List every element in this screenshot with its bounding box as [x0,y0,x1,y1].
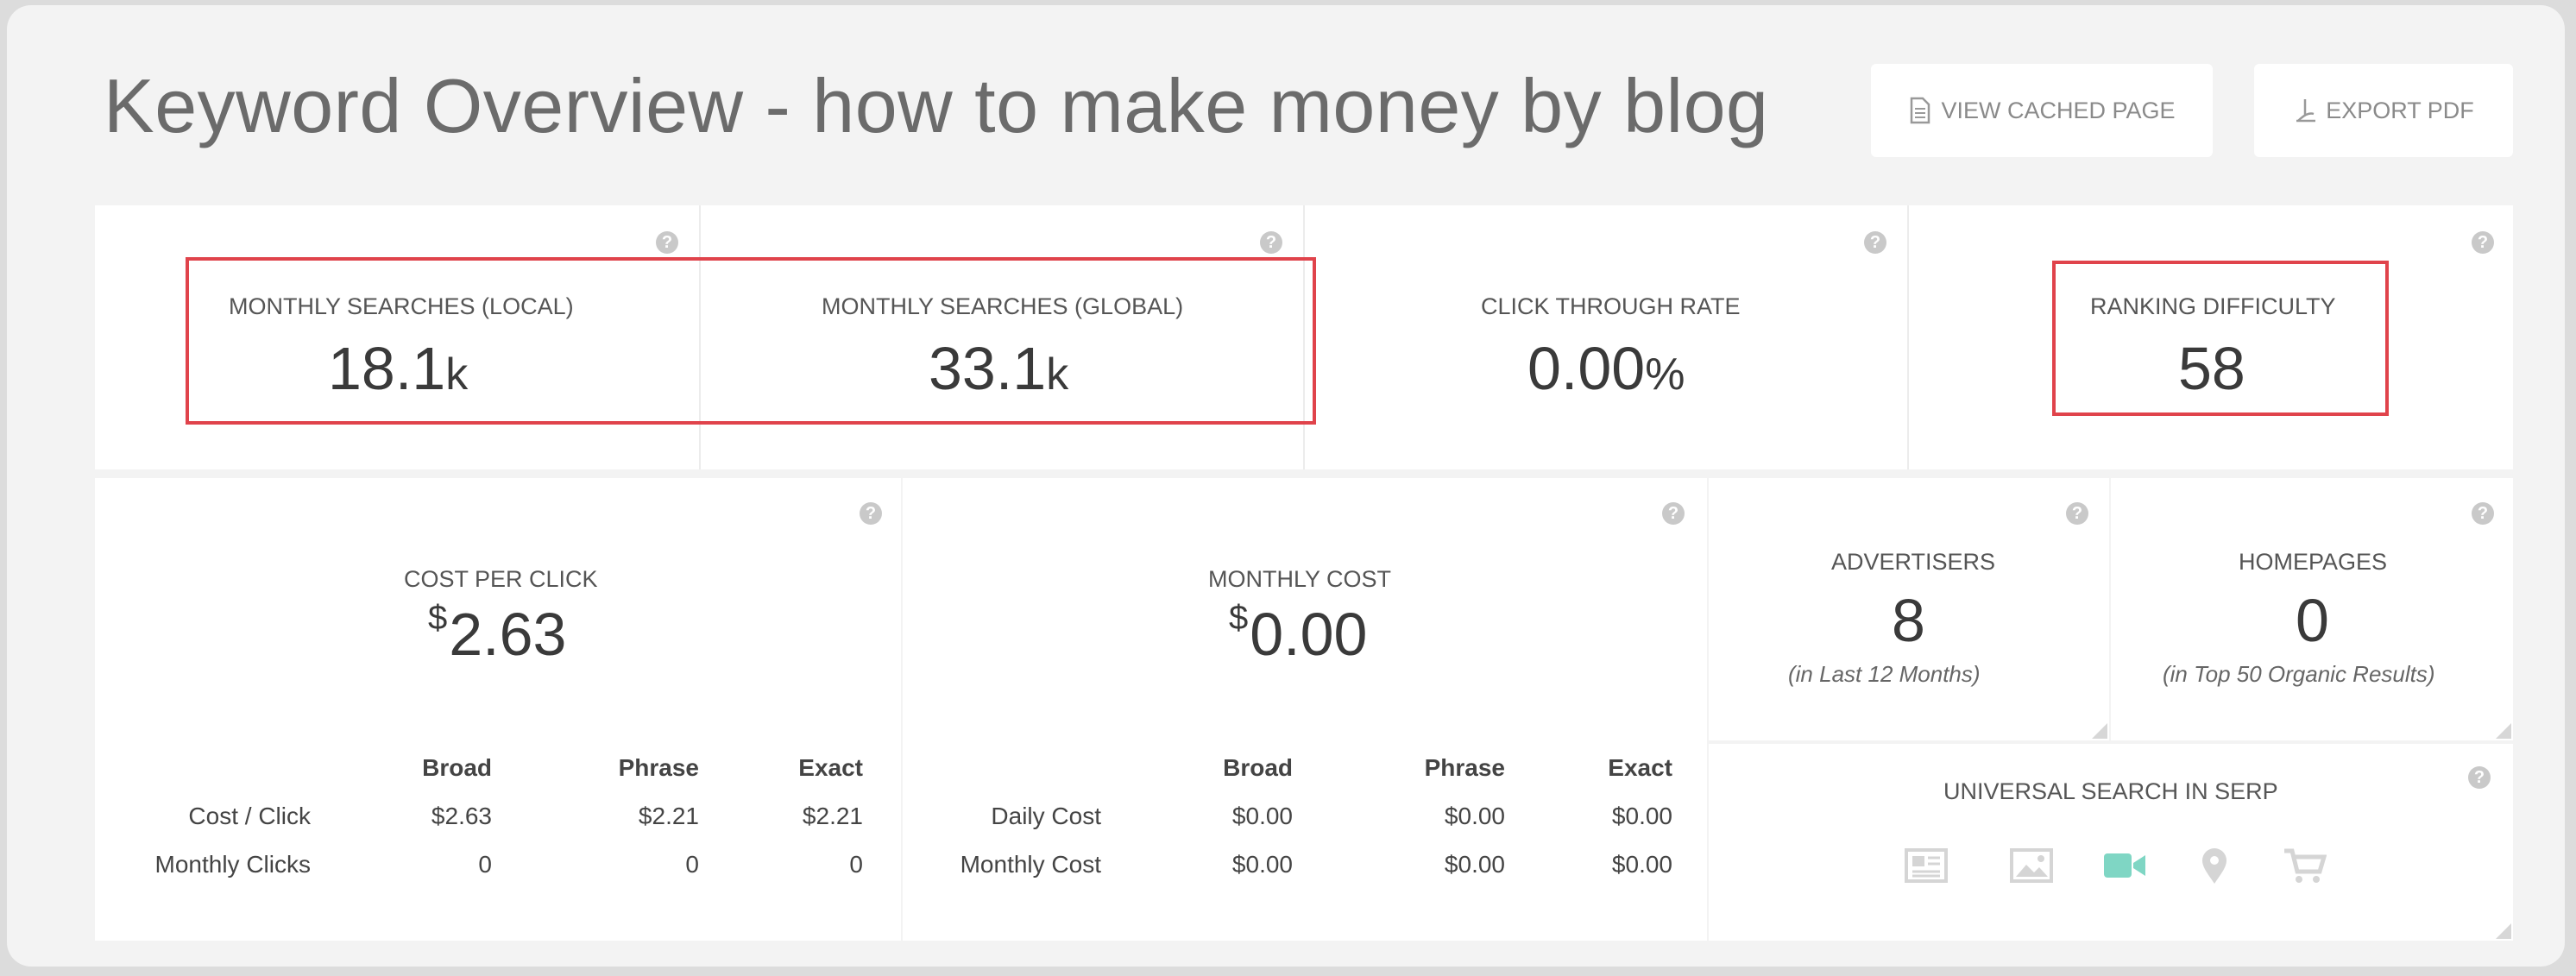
column-header: Exact [798,754,863,781]
table-cell: $0.00 [1611,851,1672,878]
homepages-value: 0 [2296,587,2329,654]
help-icon[interactable]: ? [1662,502,1685,525]
resize-corner [2496,723,2511,739]
advertisers-subtext: (in Last 12 Months) [1788,661,1981,687]
help-icon[interactable]: ? [656,231,678,254]
video-icon[interactable] [2102,846,2147,885]
news-icon[interactable] [1904,846,1949,885]
table-cell: $0.00 [1231,803,1293,829]
resize-corner [2092,723,2107,739]
row-label: Daily Cost [991,803,1101,829]
table-cell: 0 [685,851,699,878]
column-header: Phrase [618,754,699,781]
click-through-rate-label: CLICK THROUGH RATE [1481,293,1741,319]
advertisers-card: ? ADVERTISERS 8 (in Last 12 Months) [1709,478,2109,740]
export-pdf-label: EXPORT PDF [2326,97,2474,123]
row-label: Monthly Clicks [154,851,311,878]
page-title: Keyword Overview - how to make money by … [104,63,1769,148]
column-header: Phrase [1424,754,1505,781]
monthly-cost-card: ? MONTHLY COST $0.00 Broad Phrase Exact … [903,478,1707,941]
homepages-card: ? HOMEPAGES 0 (in Top 50 Organic Results… [2111,478,2513,740]
cost-per-click-value: $2.63 [428,599,567,668]
column-header: Broad [422,754,492,781]
highlight-box-searches [186,257,1316,425]
help-icon[interactable]: ? [860,502,882,525]
monthly-cost-label: MONTHLY COST [1208,566,1392,592]
homepages-subtext: (in Top 50 Organic Results) [2163,661,2435,687]
help-icon[interactable]: ? [1864,231,1886,254]
table-cell: $0.00 [1231,851,1293,878]
table-cell: $2.63 [431,803,492,829]
export-pdf-button[interactable]: EXPORT PDF [2254,64,2513,157]
help-icon[interactable]: ? [2472,231,2494,254]
help-icon[interactable]: ? [1260,231,1282,254]
help-icon[interactable]: ? [2468,766,2491,789]
homepages-label: HOMEPAGES [2239,549,2388,575]
pdf-icon [2296,99,2316,123]
monthly-cost-value: $0.00 [1229,599,1368,668]
help-icon[interactable]: ? [2472,502,2494,525]
shopping-cart-icon[interactable] [2282,846,2327,885]
cost-per-click-label: COST PER CLICK [404,566,598,592]
document-icon [1911,97,1930,124]
advertisers-label: ADVERTISERS [1831,549,1996,575]
click-through-rate-value: 0.00% [1527,335,1685,402]
table-cell: $0.00 [1444,803,1505,829]
table-cell: $0.00 [1611,803,1672,829]
view-cached-page-button[interactable]: VIEW CACHED PAGE [1871,64,2213,157]
table-cell: $0.00 [1444,851,1505,878]
view-cached-page-label: VIEW CACHED PAGE [1941,97,2176,123]
divider [1907,205,1909,469]
map-pin-icon[interactable] [2192,846,2237,885]
table-cell: $2.21 [638,803,699,829]
row-label: Cost / Click [188,803,311,829]
help-icon[interactable]: ? [2066,502,2088,525]
row-label: Monthly Cost [960,851,1101,878]
image-icon[interactable] [2009,846,2054,885]
table-cell: $2.21 [802,803,863,829]
resize-corner [2496,923,2511,939]
table-cell: 0 [478,851,492,878]
universal-search-label: UNIVERSAL SEARCH IN SERP [1943,778,2278,804]
universal-search-card: ? UNIVERSAL SEARCH IN SERP [1709,744,2513,941]
page-frame: Keyword Overview - how to make money by … [7,5,2565,967]
column-header: Broad [1223,754,1293,781]
column-header: Exact [1608,754,1672,781]
highlight-box-difficulty [2052,261,2389,416]
table-cell: 0 [849,851,863,878]
advertisers-value: 8 [1892,587,1925,654]
metrics-card: ? ? ? ? MONTHLY SEARCHES (LOCAL) 18.1k M… [95,205,2513,469]
cost-per-click-card: ? COST PER CLICK $2.63 Broad Phrase Exac… [95,478,901,941]
